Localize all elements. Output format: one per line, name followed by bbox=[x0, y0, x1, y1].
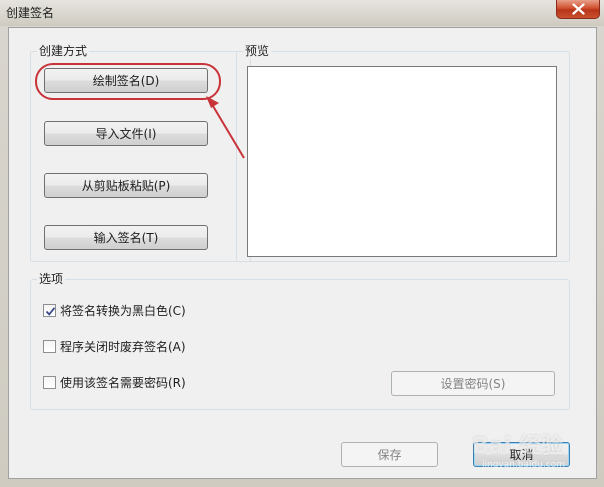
import-file-button[interactable]: 导入文件(I) bbox=[44, 121, 208, 146]
type-signature-button[interactable]: 输入签名(T) bbox=[44, 225, 208, 250]
bw-checkbox[interactable] bbox=[43, 303, 56, 317]
require-password-label: 使用该签名需要密码(R) bbox=[60, 375, 186, 390]
save-button[interactable]: 保存 bbox=[341, 442, 438, 467]
dialog-window: 创建签名 创建方式 绘制签名(D) 导入文件(I) 从剪贴板粘贴(P) 输入签名… bbox=[0, 0, 604, 487]
require-password-checkbox[interactable] bbox=[43, 375, 56, 389]
bw-checkbox-label: 将签名转换为黑白色(C) bbox=[60, 303, 186, 318]
option-bw-row[interactable]: 将签名转换为黑白色(C) bbox=[43, 302, 186, 318]
option-password-row[interactable]: 使用该签名需要密码(R) bbox=[43, 374, 186, 390]
create-method-group-label: 创建方式 bbox=[37, 43, 90, 59]
preview-area bbox=[247, 66, 557, 257]
watermark-text: Bai 经验 bbox=[472, 434, 563, 459]
title-bar[interactable]: 创建签名 bbox=[0, 0, 604, 26]
close-button[interactable] bbox=[556, 0, 600, 19]
annotation-arrow-icon bbox=[206, 96, 245, 159]
watermark-url: jingyan.baidu.com bbox=[482, 460, 566, 470]
highlight-ring bbox=[35, 63, 221, 100]
discard-on-close-checkbox[interactable] bbox=[43, 339, 56, 353]
options-group-label: 选项 bbox=[37, 271, 66, 287]
checkmark-icon bbox=[45, 306, 56, 316]
window-title: 创建签名 bbox=[6, 6, 55, 20]
close-icon bbox=[572, 3, 585, 15]
set-password-button[interactable]: 设置密码(S) bbox=[391, 371, 555, 396]
discard-on-close-label: 程序关闭时废弃签名(A) bbox=[60, 339, 186, 354]
option-discard-row[interactable]: 程序关闭时废弃签名(A) bbox=[43, 338, 186, 354]
paste-clipboard-button[interactable]: 从剪贴板粘贴(P) bbox=[44, 173, 208, 198]
baidu-watermark: Bai 经验 jingyan.baidu.com bbox=[462, 418, 602, 478]
preview-group-label: 预览 bbox=[243, 43, 272, 59]
preview-group: 预览 bbox=[236, 43, 570, 262]
options-group: 选项 将签名转换为黑白色(C) 程序关闭时废弃签名(A) 使用该签名需要密码(R… bbox=[30, 271, 570, 410]
